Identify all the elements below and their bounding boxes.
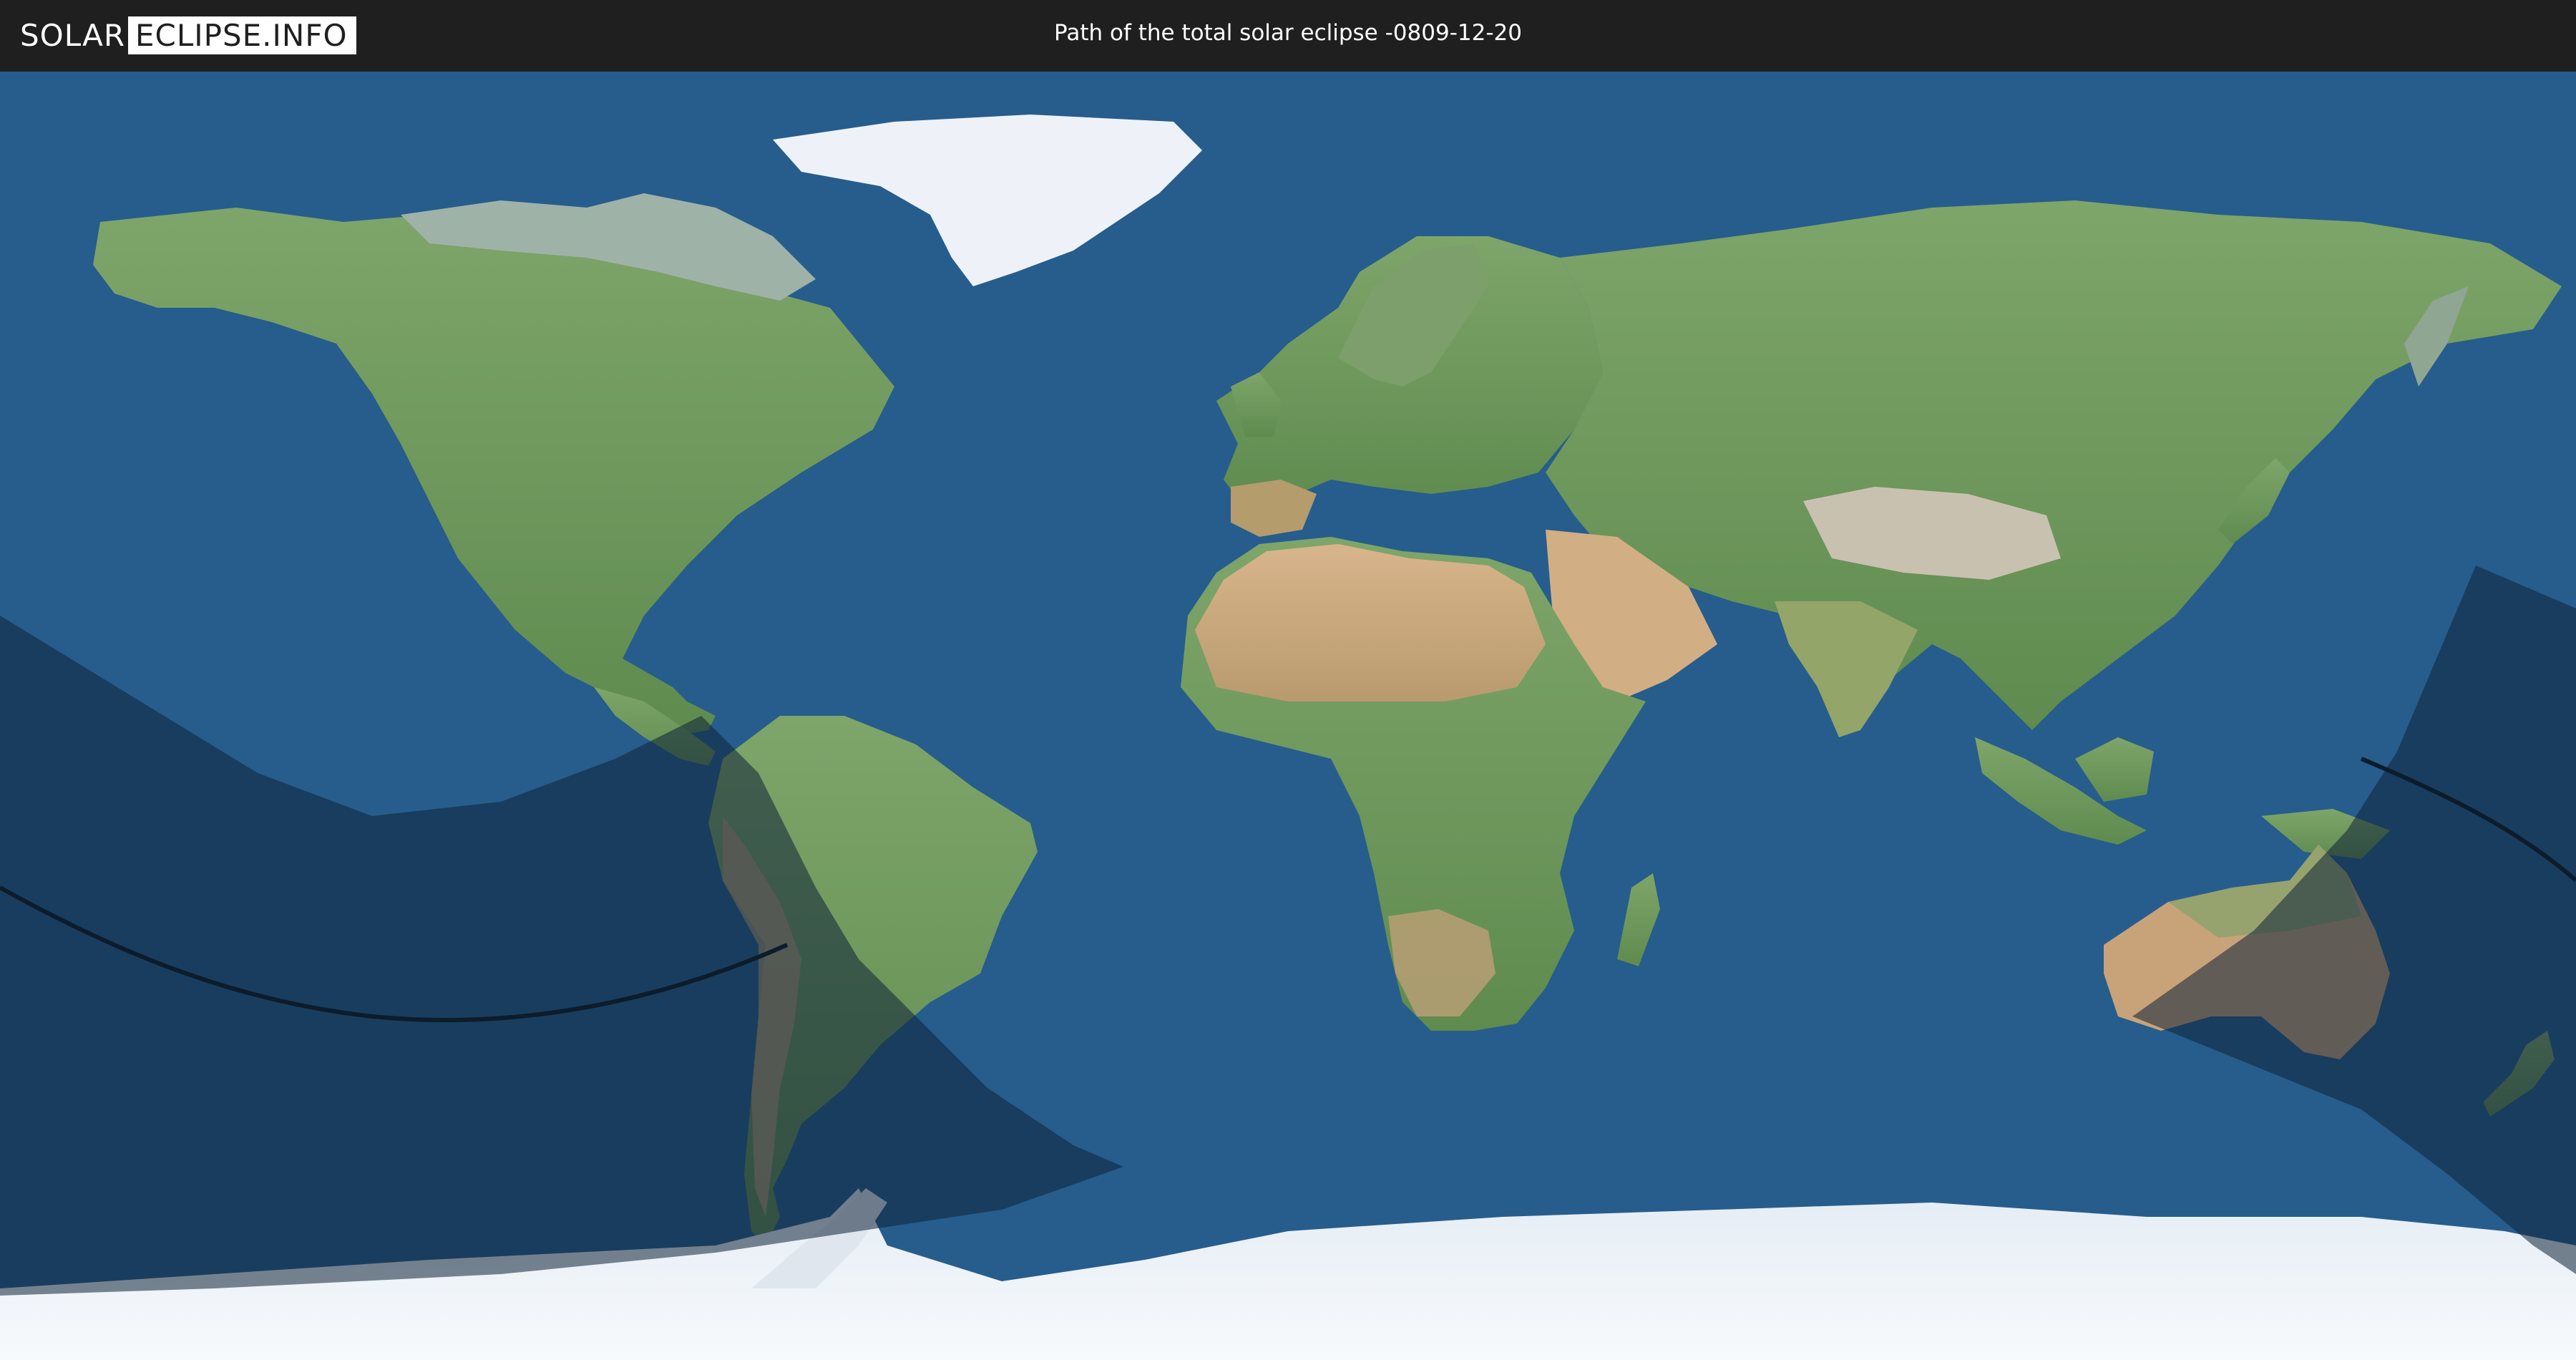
top-bar: SOLAR ECLIPSE.INFO Path of the total sol… [0, 0, 2576, 72]
world-map[interactable] [0, 72, 2576, 1360]
page-title: Path of the total solar eclipse -0809-12… [1054, 20, 1522, 46]
